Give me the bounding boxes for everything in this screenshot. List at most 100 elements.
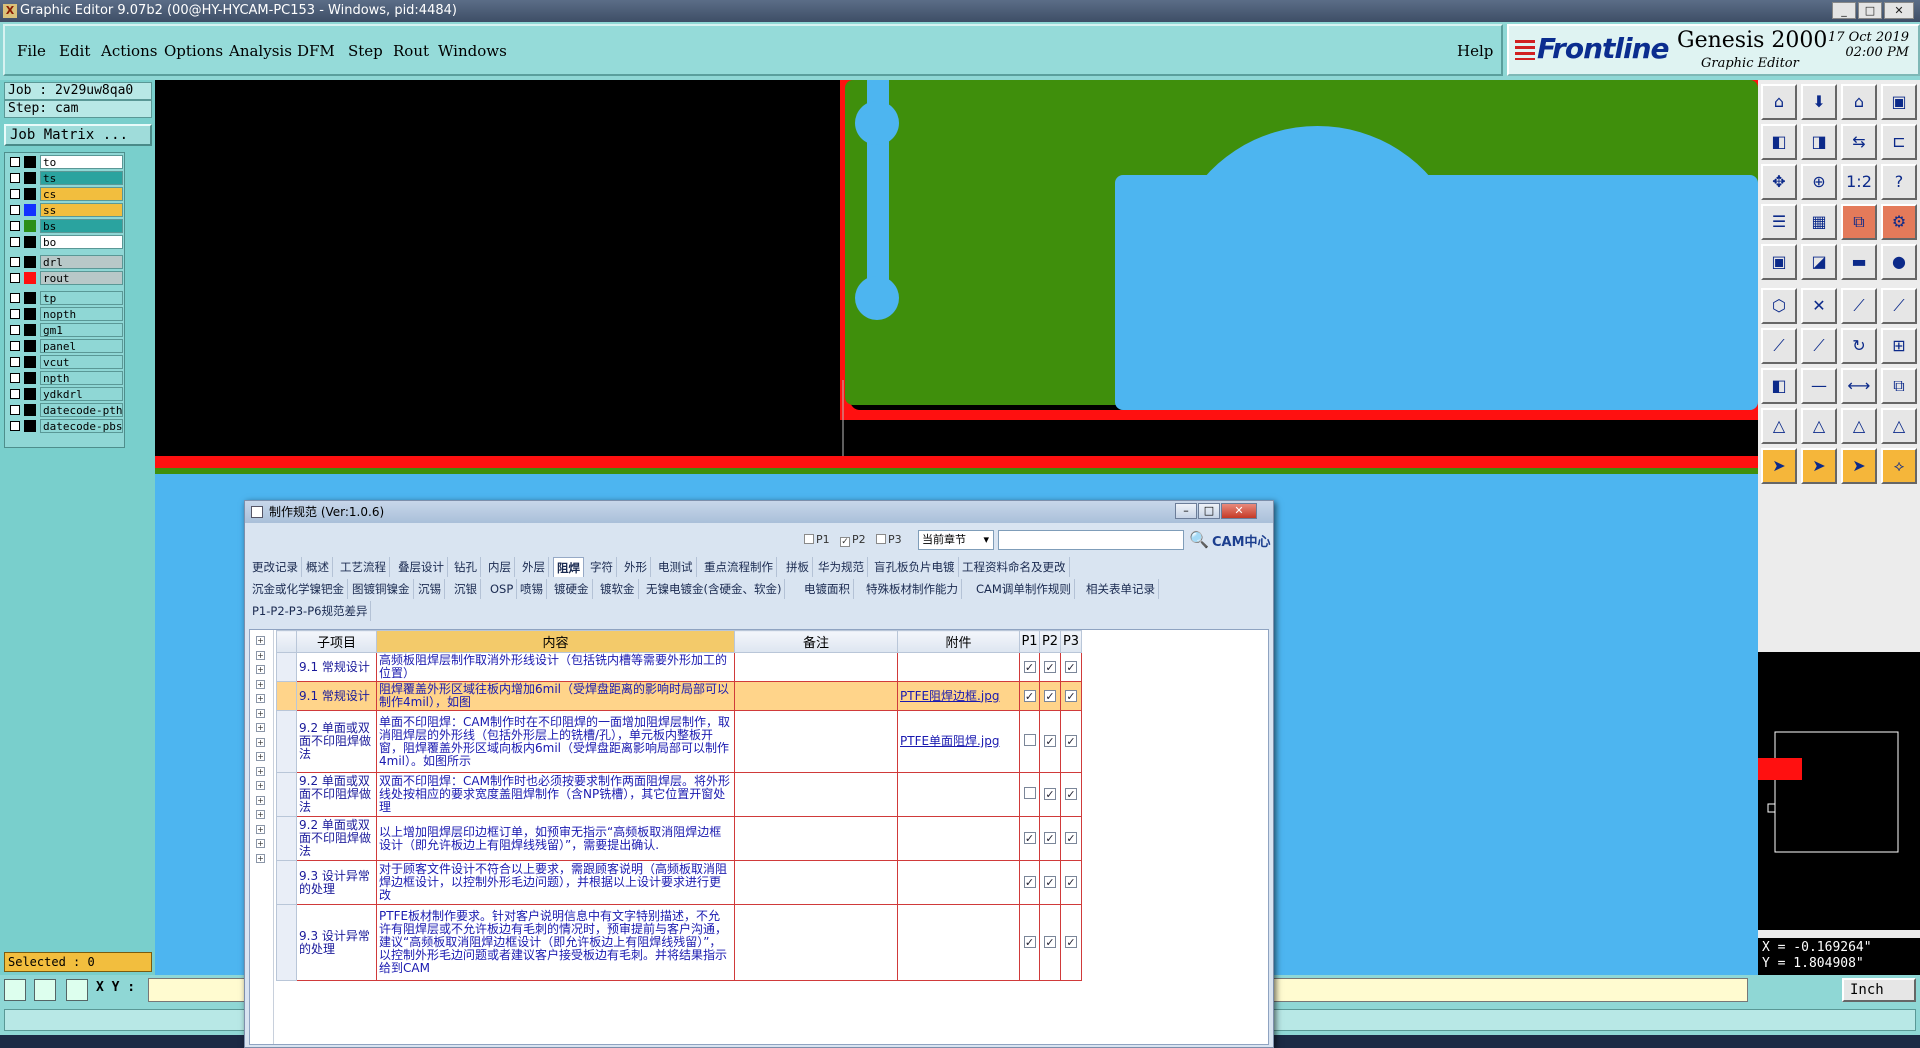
tab-0-3[interactable]: 叠层设计	[395, 557, 448, 577]
tree-expand-icon[interactable]: +	[256, 810, 265, 819]
layer-checkbox[interactable]	[10, 237, 20, 247]
p1-checkbox[interactable]: ✓	[1023, 936, 1036, 948]
layer-checkbox[interactable]	[10, 309, 20, 319]
menu-windows[interactable]: Windows	[438, 42, 507, 60]
tab-1-10[interactable]: 特殊板材制作能力	[863, 579, 962, 599]
layer-name[interactable]: ts	[40, 171, 123, 185]
p3-checkbox[interactable]: ✓	[1065, 876, 1077, 888]
p2-checkbox[interactable]: ✓	[1044, 660, 1056, 673]
menu-help[interactable]: Help	[1457, 42, 1493, 60]
layer-row[interactable]: panel	[7, 339, 124, 353]
tool-route-button[interactable]: ⟋	[1881, 288, 1917, 324]
tool-save-button[interactable]: ⌂	[1841, 84, 1877, 120]
tab-0-1[interactable]: 概述	[303, 557, 333, 577]
tool-ruler-button[interactable]: ▬	[1841, 244, 1877, 280]
layer-color-swatch[interactable]	[24, 256, 36, 268]
tree-expand-icon[interactable]: +	[256, 679, 265, 689]
tab-1-11[interactable]: CAM调单制作规则	[973, 579, 1075, 599]
layer-color-swatch[interactable]	[24, 404, 36, 416]
tool-arrow-a-button[interactable]: △	[1881, 408, 1917, 444]
layer-color-swatch[interactable]	[24, 372, 36, 384]
tree-expand-icon[interactable]: +	[256, 766, 265, 776]
p2-checkbox[interactable]: ✓	[1044, 832, 1056, 844]
layer-color-swatch[interactable]	[24, 272, 36, 284]
tool-options-button[interactable]: ⚙	[1881, 204, 1917, 240]
layer-color-swatch[interactable]	[24, 356, 36, 368]
table-row[interactable]: 9.2 单面或双面不印阻焊做法 单面不印阻焊：CAM制作时在不印阻焊的一面增加阻焊…	[276, 710, 1082, 773]
tool-camera-button[interactable]: ▣	[1761, 244, 1797, 280]
layer-checkbox[interactable]	[10, 273, 20, 283]
layer-checkbox[interactable]	[10, 373, 20, 383]
layer-name[interactable]: to	[40, 155, 123, 169]
p3-checkbox[interactable]: ✓	[1065, 689, 1077, 702]
p3-checkbox[interactable]: ✓	[1065, 832, 1077, 844]
layer-row[interactable]: datecode-pbs	[7, 419, 124, 433]
row-selector[interactable]	[276, 710, 297, 773]
layer-row[interactable]: gm1	[7, 323, 124, 337]
row-selector[interactable]	[276, 860, 297, 905]
attachment-cell[interactable]: PTFE阻焊边框.jpg	[897, 681, 1020, 711]
tab-0-8[interactable]: 字符	[587, 557, 617, 577]
tool-pointer-button[interactable]: ➤	[1761, 448, 1797, 484]
layer-name[interactable]: drl	[40, 255, 123, 269]
dialog-maximize-button[interactable]: □	[1198, 503, 1220, 519]
layer-name[interactable]: bo	[40, 235, 123, 249]
table-row[interactable]: 9.1 常规设计 阻焊覆盖外形区域往板内增加6mil（受焊盘距离的影响时局部可以制…	[276, 681, 1082, 711]
tool-zoom-button[interactable]: ⊕	[1801, 164, 1837, 200]
filter-p3-checkbox[interactable]	[876, 534, 886, 544]
p1-checkbox[interactable]	[1023, 734, 1036, 746]
tab-0-2[interactable]: 工艺流程	[337, 557, 390, 577]
tool-pattern-a-button[interactable]: △	[1841, 408, 1877, 444]
layer-color-swatch[interactable]	[24, 188, 36, 200]
tree-expand-icon[interactable]: +	[256, 752, 265, 761]
p1-checkbox[interactable]	[1023, 787, 1036, 799]
tool-next-step-button[interactable]: ◨	[1801, 124, 1837, 160]
tree-expand-icon[interactable]: +	[256, 723, 265, 732]
tool-home-button[interactable]: ⌂	[1761, 84, 1797, 120]
tab-0-5[interactable]: 内层	[485, 557, 515, 577]
row-selector[interactable]	[276, 772, 297, 817]
layer-checkbox[interactable]	[10, 405, 20, 415]
layer-row[interactable]: tp	[7, 291, 124, 305]
tree-expand-icon[interactable]: +	[256, 694, 265, 703]
tool-help-button[interactable]: ?	[1881, 164, 1917, 200]
filter-p3[interactable]: P3	[876, 533, 902, 546]
filter-p2-checkbox[interactable]: ✓	[840, 537, 850, 547]
layer-checkbox[interactable]	[10, 341, 20, 351]
layer-checkbox[interactable]	[10, 189, 20, 199]
grid-icon[interactable]	[66, 979, 88, 1001]
tree-expand-icon[interactable]: +	[256, 636, 265, 645]
tab-1-0[interactable]: 沉金或化学镍钯金	[249, 579, 348, 599]
filter-p1-checkbox[interactable]	[804, 534, 814, 544]
layer-row[interactable]: ydkdrl	[7, 387, 124, 401]
layer-row[interactable]: bs	[7, 219, 124, 233]
minimize-button[interactable]: _	[1832, 2, 1856, 19]
tree-expand-icon[interactable]: +	[256, 781, 265, 790]
col-header-sub[interactable]: 子项目	[296, 630, 377, 653]
layer-name[interactable]: vcut	[40, 355, 123, 369]
close-button[interactable]: ✕	[1884, 2, 1914, 19]
layer-color-swatch[interactable]	[24, 420, 36, 432]
menu-analysis[interactable]: Analysis	[229, 42, 292, 60]
layer-name[interactable]: npth	[40, 371, 123, 385]
layer-color-swatch[interactable]	[24, 236, 36, 248]
layer-name[interactable]: tp	[40, 291, 123, 305]
dialog-close-button[interactable]: ✕	[1221, 503, 1257, 519]
col-header-p3[interactable]: P3	[1060, 630, 1082, 653]
layer-color-swatch[interactable]	[24, 292, 36, 304]
layer-checkbox[interactable]	[10, 389, 20, 399]
tree-expand-icon[interactable]: +	[256, 650, 265, 660]
p1-checkbox[interactable]: ✓	[1023, 660, 1036, 673]
table-row[interactable]: 9.2 单面或双面不印阻焊做法 以上增加阻焊层印边框订单，如预审无指示“高频板取消…	[276, 816, 1082, 861]
maximize-button[interactable]: □	[1858, 2, 1882, 19]
layer-row[interactable]: nopth	[7, 307, 124, 321]
tab-1-5[interactable]: 喷锡	[517, 579, 547, 599]
tree-expand-icon[interactable]: +	[256, 824, 265, 834]
layer-checkbox[interactable]	[10, 325, 20, 335]
layer-name[interactable]: rout	[40, 271, 123, 285]
table-row[interactable]: 9.3 设计异常的处理 PTFE板材制作要求。针对客户说明信息中有文字特别描述，不…	[276, 904, 1082, 981]
menu-dfm[interactable]: DFM	[297, 42, 335, 60]
tab-0-9[interactable]: 外形	[621, 557, 651, 577]
p3-checkbox[interactable]: ✓	[1065, 788, 1077, 800]
layer-row[interactable]: vcut	[7, 355, 124, 369]
